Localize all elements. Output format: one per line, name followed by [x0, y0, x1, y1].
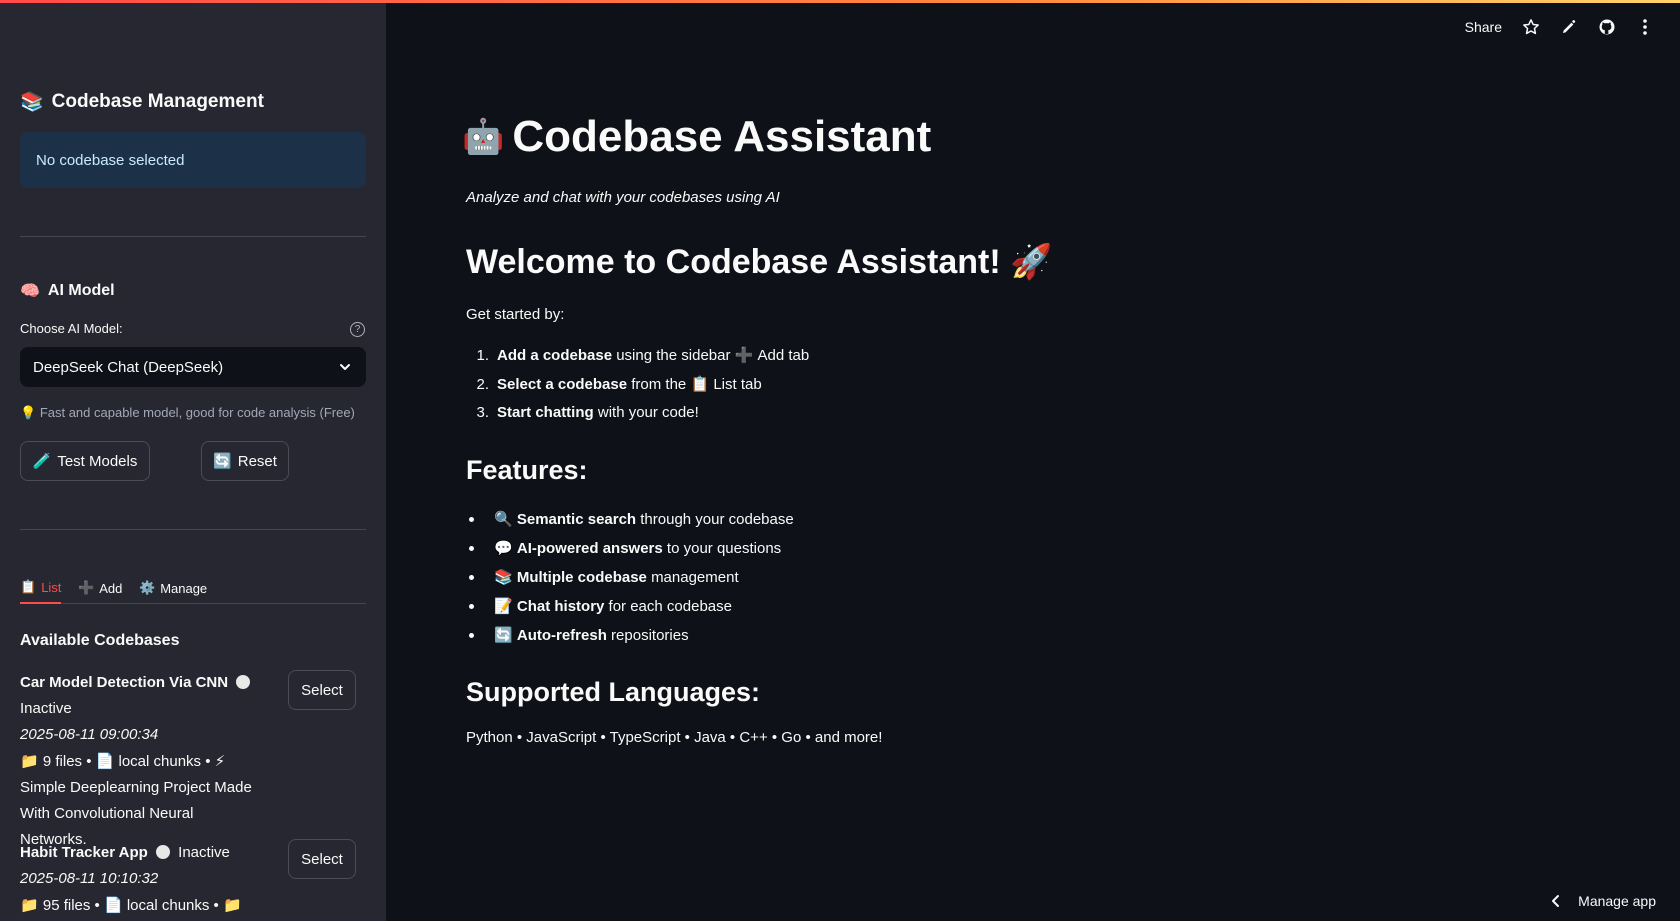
codebase-tabs: 📋 List ➕ Add ⚙️ Manage — [20, 572, 366, 604]
plus-icon: ➕ — [734, 346, 754, 364]
ai-model-title: 🧠 AI Model — [20, 281, 115, 300]
ai-model-label: Choose AI Model: — [20, 321, 123, 336]
test-tube-icon: 🧪 — [32, 452, 52, 470]
available-codebases-title: Available Codebases — [20, 632, 180, 649]
codebase-name: Car Model Detection Via CNN — [20, 674, 229, 691]
clipboard-icon: 📋 — [20, 579, 37, 595]
books-icon: 📚 — [494, 568, 513, 586]
bullet — [469, 545, 474, 551]
select-codebase-button[interactable]: Select — [288, 839, 356, 879]
memo-icon: 📝 — [494, 597, 513, 615]
features-heading: Features: — [466, 455, 588, 485]
books-icon: 📚 — [20, 91, 44, 113]
status-dot-icon — [156, 845, 170, 859]
main-content: Share 🤖 Codebase Assistant Analyze and c… — [386, 0, 1680, 921]
codebase-status: Inactive — [20, 700, 72, 717]
refresh-icon: 🔄 — [213, 452, 232, 470]
bullet — [469, 516, 474, 522]
speech-bubble-icon: 💬 — [494, 539, 513, 557]
more-menu-icon[interactable] — [1636, 18, 1654, 36]
reset-button[interactable]: 🔄 Reset — [201, 441, 289, 481]
pencil-icon[interactable] — [1560, 18, 1578, 36]
codebase-description: Simple Deeplearning Project Made — [20, 779, 252, 796]
bullet — [469, 574, 474, 580]
bullet — [469, 632, 474, 638]
sidebar-title: 📚 Codebase Management — [20, 90, 264, 114]
header-toolbar: Share — [1465, 18, 1654, 36]
magnifier-icon: 🔍 — [494, 510, 513, 528]
feature-item: 🔄 Auto-refresh repositories — [466, 626, 689, 644]
top-accent-bar — [0, 0, 1680, 3]
rocket-icon: 🚀 — [1010, 242, 1053, 282]
codebase-status-box: No codebase selected — [20, 132, 366, 188]
folder-icon: 📁 — [20, 752, 39, 770]
tab-add[interactable]: ➕ Add — [78, 572, 122, 604]
help-icon[interactable]: ? — [350, 322, 365, 337]
chevron-left-icon — [1552, 895, 1560, 907]
github-icon[interactable] — [1598, 18, 1616, 36]
codebase-name-line: Habit Tracker App Inactive — [20, 840, 270, 866]
codebase-name-line: Car Model Detection Via CNN — [20, 670, 260, 696]
codebase-date: 2025-08-11 09:00:34 — [20, 726, 159, 743]
document-icon: 📄 — [103, 896, 123, 914]
feature-item: 💬 AI-powered answers to your questions — [466, 539, 781, 557]
brain-icon: 🧠 — [20, 281, 40, 300]
ai-model-hint: 💡 Fast and capable model, good for code … — [20, 405, 355, 421]
tab-list[interactable]: 📋 List — [20, 572, 62, 604]
step-item: 2. Select a codebase from the 📋 List tab — [476, 375, 762, 393]
get-started-text: Get started by: — [466, 306, 565, 323]
codebase-meta: 📁 95 files • 📄 local chunks • 📁 — [20, 896, 242, 914]
codebase-status: Inactive — [178, 844, 230, 861]
robot-icon: 🤖 — [462, 117, 505, 157]
feature-item: 🔍 Semantic search through your codebase — [466, 510, 794, 528]
feature-item: 📝 Chat history for each codebase — [466, 597, 732, 615]
refresh-icon: 🔄 — [494, 626, 513, 644]
codebase-status-text: No codebase selected — [36, 151, 185, 169]
status-dot-icon — [236, 675, 251, 689]
codebase-name: Habit Tracker App — [20, 844, 148, 861]
lightbulb-icon: 💡 — [20, 406, 37, 421]
step-item: 3. Start chatting with your code! — [476, 404, 699, 421]
sidebar: 📚 Codebase Management No codebase select… — [0, 0, 386, 921]
chevron-down-icon — [340, 364, 350, 370]
welcome-heading: Welcome to Codebase Assistant! 🚀 — [466, 242, 1053, 282]
feature-item: 📚 Multiple codebase management — [466, 568, 739, 586]
share-button[interactable]: Share — [1465, 19, 1502, 35]
codebase-item: Car Model Detection Via CNN Inactive 202… — [20, 670, 260, 853]
languages-text: Python • JavaScript • TypeScript • Java … — [466, 729, 883, 746]
select-codebase-button[interactable]: Select — [288, 670, 356, 710]
folder-icon: 📁 — [20, 896, 39, 914]
tab-manage[interactable]: ⚙️ Manage — [139, 572, 207, 604]
page-subtitle: Analyze and chat with your codebases usi… — [466, 189, 780, 206]
ai-model-selected-value: DeepSeek Chat (DeepSeek) — [33, 358, 224, 376]
codebase-date: 2025-08-11 10:10:32 — [20, 870, 159, 887]
gear-icon: ⚙️ — [139, 580, 156, 596]
folder-icon: 📁 — [222, 896, 242, 914]
codebase-item: Habit Tracker App Inactive 2025-08-11 10… — [20, 840, 270, 919]
document-icon: 📄 — [95, 752, 115, 770]
clipboard-icon: 📋 — [690, 375, 710, 393]
page-title: 🤖 Codebase Assistant — [462, 112, 932, 161]
step-item: 1. Add a codebase using the sidebar ➕ Ad… — [476, 346, 810, 364]
ai-model-select[interactable]: DeepSeek Chat (DeepSeek) — [20, 347, 366, 387]
test-models-button[interactable]: 🧪 Test Models — [20, 441, 150, 481]
star-icon[interactable] — [1522, 18, 1540, 36]
divider — [20, 529, 366, 530]
lightning-icon: ⚡ — [214, 752, 226, 770]
bullet — [469, 603, 474, 609]
divider — [20, 236, 366, 237]
plus-icon: ➕ — [78, 580, 95, 596]
manage-app-button[interactable]: Manage app — [1550, 893, 1656, 909]
codebase-meta: 📁 9 files • 📄 local chunks • ⚡ — [20, 752, 226, 770]
languages-heading: Supported Languages: — [466, 677, 761, 707]
